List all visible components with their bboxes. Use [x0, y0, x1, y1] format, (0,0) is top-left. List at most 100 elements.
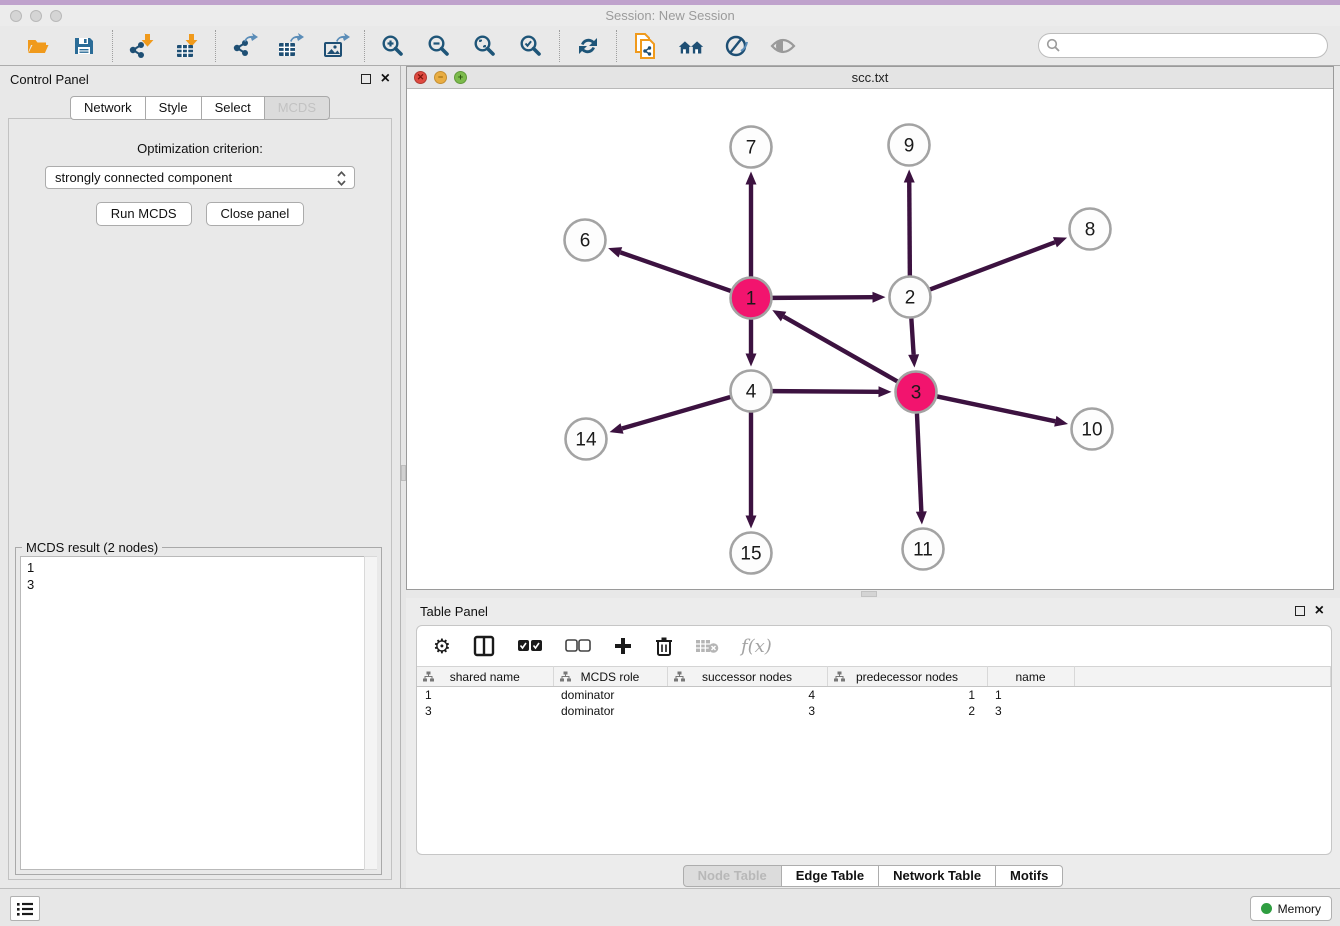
delete-column-icon[interactable]	[655, 633, 673, 659]
column-header-shared-name[interactable]: shared name	[417, 667, 553, 687]
node-label-8: 8	[1085, 220, 1096, 241]
hide-selected-icon[interactable]	[723, 32, 751, 60]
search-input[interactable]	[1038, 33, 1328, 58]
node-label-2: 2	[905, 288, 916, 309]
tab-motifs[interactable]: Motifs	[996, 865, 1063, 887]
export-network-icon[interactable]	[230, 32, 258, 60]
cell-shared-name[interactable]: 3	[417, 703, 553, 719]
cell-name[interactable]: 1	[987, 687, 1074, 703]
cell-successor-nodes[interactable]: 3	[667, 703, 827, 719]
run-mcds-button[interactable]: Run MCDS	[96, 202, 192, 226]
edge-arrowhead	[1053, 237, 1067, 247]
edge-4-14[interactable]	[622, 397, 730, 429]
add-column-icon[interactable]	[613, 633, 633, 659]
network-close-button[interactable]: ✕	[414, 71, 427, 84]
import-table-icon[interactable]	[173, 32, 201, 60]
criterion-selected-value: strongly connected component	[55, 170, 232, 185]
table-settings-icon[interactable]: ⚙	[433, 633, 451, 659]
zoom-selected-icon[interactable]	[517, 32, 545, 60]
network-view-window: ✕ − + scc.txt 7968124314101511	[406, 66, 1334, 590]
tab-style[interactable]: Style	[146, 96, 202, 120]
mcds-result-scrollbar[interactable]	[364, 556, 377, 870]
zoom-in-icon[interactable]	[379, 32, 407, 60]
edge-1-2[interactable]	[772, 297, 872, 298]
divider-grip[interactable]	[861, 591, 877, 597]
select-all-icon[interactable]	[517, 633, 543, 659]
column-type-icon	[834, 671, 845, 685]
memory-label: Memory	[1278, 902, 1321, 916]
first-neighbors-icon[interactable]	[677, 32, 705, 60]
network-maximize-button[interactable]: +	[454, 71, 467, 84]
open-session-icon[interactable]	[24, 32, 52, 60]
table-row[interactable]: 1dominator411	[417, 687, 1331, 703]
edge-2-3[interactable]	[911, 318, 913, 354]
edge-2-8[interactable]	[930, 242, 1055, 289]
cell-successor-nodes[interactable]: 4	[667, 687, 827, 703]
zoom-fit-icon[interactable]	[471, 32, 499, 60]
edge-4-3[interactable]	[772, 391, 878, 392]
cell-MCDS-role[interactable]: dominator	[553, 703, 667, 719]
optimization-criterion-select[interactable]: strongly connected component	[45, 166, 355, 189]
optimization-criterion-label: Optimization criterion:	[9, 141, 391, 156]
column-header-predecessor-nodes[interactable]: predecessor nodes	[827, 667, 987, 687]
float-panel-icon[interactable]	[361, 74, 371, 84]
network-minimize-button[interactable]: −	[434, 71, 447, 84]
show-hidden-icon[interactable]	[769, 32, 797, 60]
network-canvas[interactable]: 7968124314101511	[407, 89, 1333, 589]
table-toolbar: ⚙ f(x)	[417, 626, 1331, 666]
mcds-result-list[interactable]: 1 3	[20, 556, 377, 870]
cell-shared-name[interactable]: 1	[417, 687, 553, 703]
edge-3-10[interactable]	[937, 396, 1055, 421]
column-header-MCDS-role[interactable]: MCDS role	[553, 667, 667, 687]
tab-select[interactable]: Select	[202, 96, 265, 120]
memory-button[interactable]: Memory	[1250, 896, 1332, 921]
task-history-button[interactable]	[10, 896, 40, 921]
edge-arrowhead	[608, 247, 622, 257]
cell-MCDS-role[interactable]: dominator	[553, 687, 667, 703]
duplicate-network-icon[interactable]	[631, 32, 659, 60]
cell-predecessor-nodes[interactable]: 1	[827, 687, 987, 703]
function-builder-icon[interactable]: f(x)	[741, 633, 772, 659]
table-tabs: Node TableEdge TableNetwork TableMotifs	[406, 865, 1340, 887]
tab-mcds[interactable]: MCDS	[265, 96, 330, 120]
save-session-icon[interactable]	[70, 32, 98, 60]
deselect-all-icon[interactable]	[565, 633, 591, 659]
list-icon	[15, 900, 35, 918]
close-panel-icon[interactable]: ×	[1315, 606, 1324, 616]
tab-network[interactable]: Network	[70, 96, 146, 120]
network-window-titlebar[interactable]: ✕ − + scc.txt	[407, 67, 1333, 89]
float-panel-icon[interactable]	[1295, 606, 1305, 616]
control-panel-title: Control Panel	[10, 72, 89, 87]
close-panel-button[interactable]: Close panel	[206, 202, 305, 226]
main-toolbar	[0, 26, 1340, 66]
zoom-out-icon[interactable]	[425, 32, 453, 60]
horizontal-split-divider[interactable]	[406, 590, 1340, 598]
column-type-icon	[674, 671, 685, 685]
export-image-icon[interactable]	[322, 32, 350, 60]
cell-name[interactable]: 3	[987, 703, 1074, 719]
edge-2-9[interactable]	[909, 182, 910, 275]
close-panel-icon[interactable]: ×	[381, 74, 390, 84]
edge-3-11[interactable]	[917, 413, 921, 511]
edge-1-6[interactable]	[620, 252, 730, 291]
show-columns-icon[interactable]	[473, 633, 495, 659]
table-row[interactable]: 3dominator323	[417, 703, 1331, 719]
column-header-successor-nodes[interactable]: successor nodes	[667, 667, 827, 687]
import-network-icon[interactable]	[127, 32, 155, 60]
column-header-name[interactable]: name	[987, 667, 1074, 687]
tab-edge-table[interactable]: Edge Table	[782, 865, 879, 887]
tab-node-table[interactable]: Node Table	[683, 865, 782, 887]
cell-predecessor-nodes[interactable]: 2	[827, 703, 987, 719]
node-label-15: 15	[740, 544, 761, 565]
tab-network-table[interactable]: Network Table	[879, 865, 996, 887]
network-graph[interactable]: 7968124314101511	[407, 89, 1333, 589]
export-table-icon[interactable]	[276, 32, 304, 60]
table-header-row: shared nameMCDS rolesuccessor nodesprede…	[417, 667, 1331, 687]
control-panel: Control Panel × NetworkStyleSelectMCDS O…	[0, 66, 401, 888]
apply-layout-icon[interactable]	[574, 32, 602, 60]
table-panel: Table Panel × ⚙	[406, 598, 1340, 888]
edge-3-1[interactable]	[784, 317, 898, 382]
network-window-title: scc.txt	[407, 70, 1333, 85]
node-label-10: 10	[1081, 420, 1102, 441]
delete-table-icon[interactable]	[695, 633, 719, 659]
